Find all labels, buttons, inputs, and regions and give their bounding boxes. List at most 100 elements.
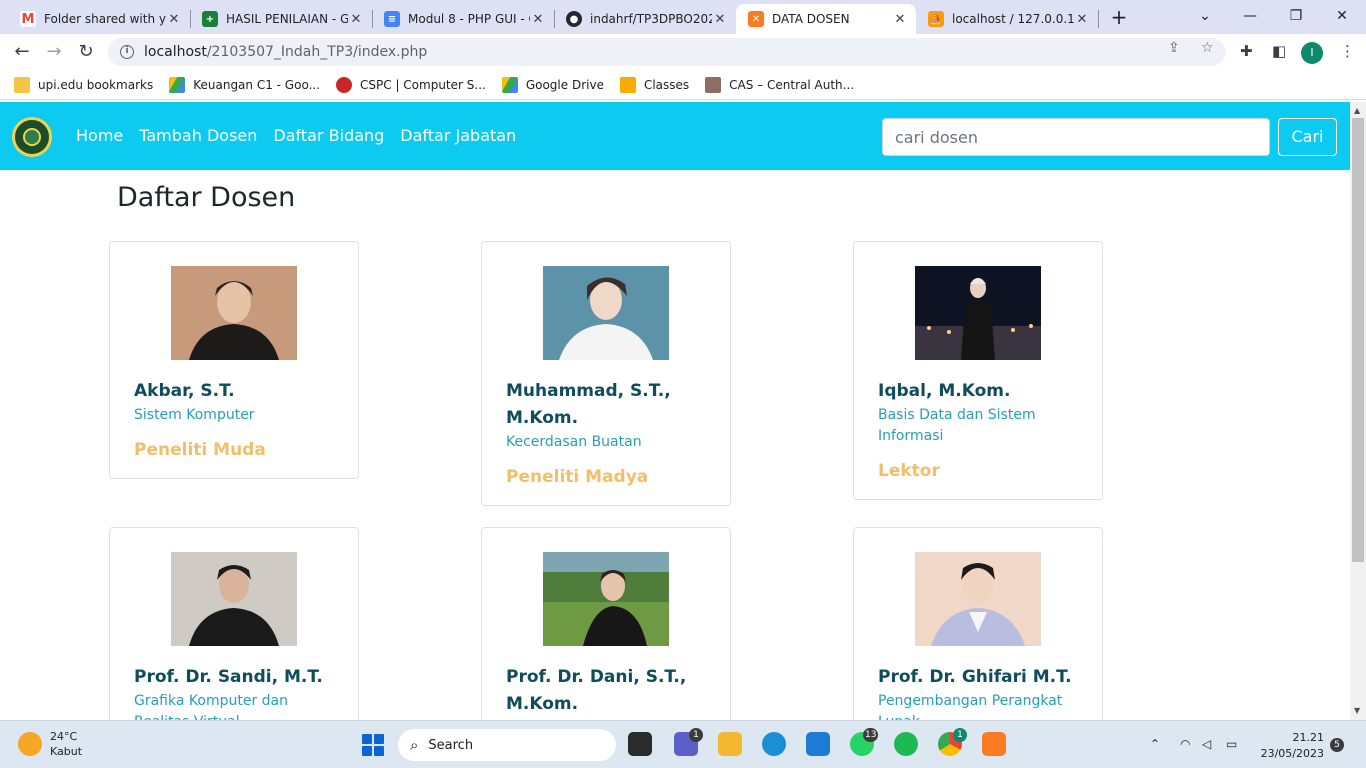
page-scrollbar[interactable]: ▲ ▼ [1350, 102, 1366, 720]
tab-title: Folder shared with you [44, 12, 166, 26]
dosen-field: Pengembangan Perangkat Lunak [878, 693, 1063, 720]
dosen-field: Grafika Komputer dan Realitas Virtual [134, 693, 288, 720]
scroll-down-icon[interactable]: ▼ [1354, 706, 1360, 715]
bookmark-cspc[interactable]: CSPC | Computer S... [336, 76, 486, 93]
weather-sun-icon [18, 732, 42, 756]
bookmark-cas[interactable]: CAS – Central Auth... [705, 76, 854, 93]
close-icon[interactable]: ✕ [1074, 11, 1090, 27]
tab-modul-8[interactable]: ≡ Modul 8 - PHP GUI - G ✕ [372, 4, 554, 34]
tab-title: DATA DOSEN [772, 12, 850, 26]
wifi-icon[interactable]: ◠ [1180, 737, 1190, 751]
dosen-card: Akbar, S.T. Sistem Komputer Peneliti Mud… [109, 241, 359, 479]
bookmark-keuangan[interactable]: Keuangan C1 - Goo... [169, 76, 320, 93]
nav-tambah-dosen[interactable]: Tambah Dosen [139, 126, 257, 145]
share-icon[interactable]: ⇪ [1168, 40, 1180, 56]
close-icon[interactable]: ✕ [348, 11, 364, 27]
new-tab-button[interactable]: + [1108, 6, 1130, 28]
dosen-name: Prof. Dr. Sandi, M.T. [134, 667, 323, 687]
start-button[interactable] [362, 734, 384, 756]
task-view-icon[interactable] [628, 732, 652, 756]
browser-tab-strip: M Folder shared with you ✕ + HASIL PENIL… [0, 0, 1366, 34]
dosen-name: Prof. Dr. Ghifari M.T. [878, 667, 1072, 687]
weather-temp: 24°C [50, 730, 78, 743]
site-info-icon[interactable]: i [120, 45, 134, 59]
system-clock[interactable]: 21.21 23/05/2023 [1260, 730, 1324, 762]
github-icon: ● [566, 11, 582, 27]
side-panel-icon[interactable]: ◧ [1272, 42, 1286, 60]
gmail-icon: M [20, 11, 36, 27]
clock-date: 23/05/2023 [1260, 747, 1324, 760]
docs-icon: ≡ [384, 11, 400, 27]
bookmarks-bar: upi.edu bookmarks Keuangan C1 - Goo... C… [0, 70, 1366, 100]
dosen-field: Sistem Komputer [134, 407, 255, 423]
dosen-photo [915, 552, 1041, 646]
back-button[interactable]: ← [10, 40, 34, 64]
edge-icon[interactable] [762, 732, 786, 756]
xampp-icon[interactable] [982, 732, 1006, 756]
tab-hasil-penilaian[interactable]: + HASIL PENILAIAN - Go ✕ [190, 4, 372, 34]
notification-badge[interactable]: 5 [1330, 738, 1344, 752]
tab-data-dosen[interactable]: ✕ DATA DOSEN ✕ [736, 4, 916, 34]
drive-icon [501, 76, 518, 93]
search-icon: ⌕ [410, 736, 419, 754]
dosen-photo [543, 266, 669, 360]
close-icon[interactable]: ✕ [712, 11, 728, 27]
nav-home[interactable]: Home [76, 126, 123, 145]
sheets-icon: + [202, 11, 218, 27]
tab-github[interactable]: ● indahrf/TP3DPBO2023 ✕ [554, 4, 736, 34]
address-bar[interactable]: i localhost/2103507_Indah_TP3/index.php [108, 38, 1226, 66]
dosen-field: Basis Data dan Sistem Informasi [878, 407, 1036, 444]
tab-gmail[interactable]: M Folder shared with you ✕ [8, 4, 190, 34]
search-input[interactable] [882, 118, 1270, 156]
taskbar-search[interactable]: ⌕ Search [398, 729, 616, 761]
tab-title: indahrf/TP3DPBO2023 [590, 12, 712, 26]
vscode-icon[interactable] [806, 732, 830, 756]
forward-button[interactable]: → [42, 40, 66, 64]
clock-time: 21.21 [1292, 731, 1325, 744]
web-page: Home Tambah Dosen Daftar Bidang Daftar J… [0, 102, 1350, 720]
weather-condition: Kabut [50, 745, 83, 758]
chat-badge: 1 [689, 728, 703, 742]
nav-daftar-bidang[interactable]: Daftar Bidang [273, 126, 384, 145]
whatsapp-badge: 13 [863, 728, 879, 742]
weather-widget[interactable]: 24°C Kabut [18, 729, 82, 759]
bookmark-star-icon[interactable]: ☆ [1201, 40, 1214, 56]
close-icon[interactable]: ✕ [530, 11, 546, 27]
close-icon[interactable]: ✕ [892, 11, 908, 27]
window-close-button[interactable]: ✕ [1330, 4, 1354, 28]
search-button[interactable]: Cari [1278, 118, 1337, 156]
dosen-name: Muhammad, S.T., M.Kom. [506, 381, 671, 428]
reload-button[interactable]: ↻ [74, 40, 98, 64]
scroll-up-icon[interactable]: ▲ [1354, 106, 1360, 115]
scroll-thumb[interactable] [1352, 118, 1364, 562]
page-title: Daftar Dosen [117, 182, 296, 213]
dosen-photo [915, 266, 1041, 360]
university-logo-icon[interactable] [12, 117, 52, 157]
battery-icon[interactable]: ▭ [1226, 737, 1237, 751]
dosen-card: Prof. Dr. Dani, S.T., M.Kom. [481, 527, 731, 720]
bookmark-classes[interactable]: Classes [619, 76, 689, 93]
dosen-name: Iqbal, M.Kom. [878, 381, 1011, 401]
dosen-card: Iqbal, M.Kom. Basis Data dan Sistem Info… [853, 241, 1103, 500]
tab-phpmyadmin[interactable]: ⛵ localhost / 127.0.0.1 / ✕ [916, 4, 1098, 34]
bookmark-upi[interactable]: upi.edu bookmarks [14, 76, 153, 93]
dosen-photo [543, 552, 669, 646]
restore-button[interactable]: ❐ [1284, 4, 1308, 28]
file-explorer-icon[interactable] [718, 732, 742, 756]
close-icon[interactable]: ✕ [166, 11, 182, 27]
browser-toolbar: ← → ↻ i localhost/2103507_Indah_TP3/inde… [0, 34, 1366, 70]
dosen-name: Akbar, S.T. [134, 381, 235, 401]
nav-daftar-jabatan[interactable]: Daftar Jabatan [400, 126, 516, 145]
chevron-up-icon[interactable]: ⌃ [1150, 737, 1160, 751]
nav-links: Home Tambah Dosen Daftar Bidang Daftar J… [76, 126, 532, 145]
tab-search-button[interactable]: ⌄ [1193, 4, 1217, 28]
spotify-icon[interactable] [894, 732, 918, 756]
cspc-icon [336, 76, 353, 93]
menu-kebab-icon[interactable]: ⋮ [1340, 42, 1355, 60]
profile-avatar[interactable]: I [1301, 42, 1323, 64]
bookmark-google-drive[interactable]: Google Drive [501, 76, 604, 93]
minimize-button[interactable]: — [1238, 4, 1262, 28]
volume-icon[interactable]: ◁ [1202, 737, 1211, 751]
taskbar-search-label: Search [428, 737, 474, 753]
extensions-icon[interactable]: ✚ [1240, 42, 1253, 60]
